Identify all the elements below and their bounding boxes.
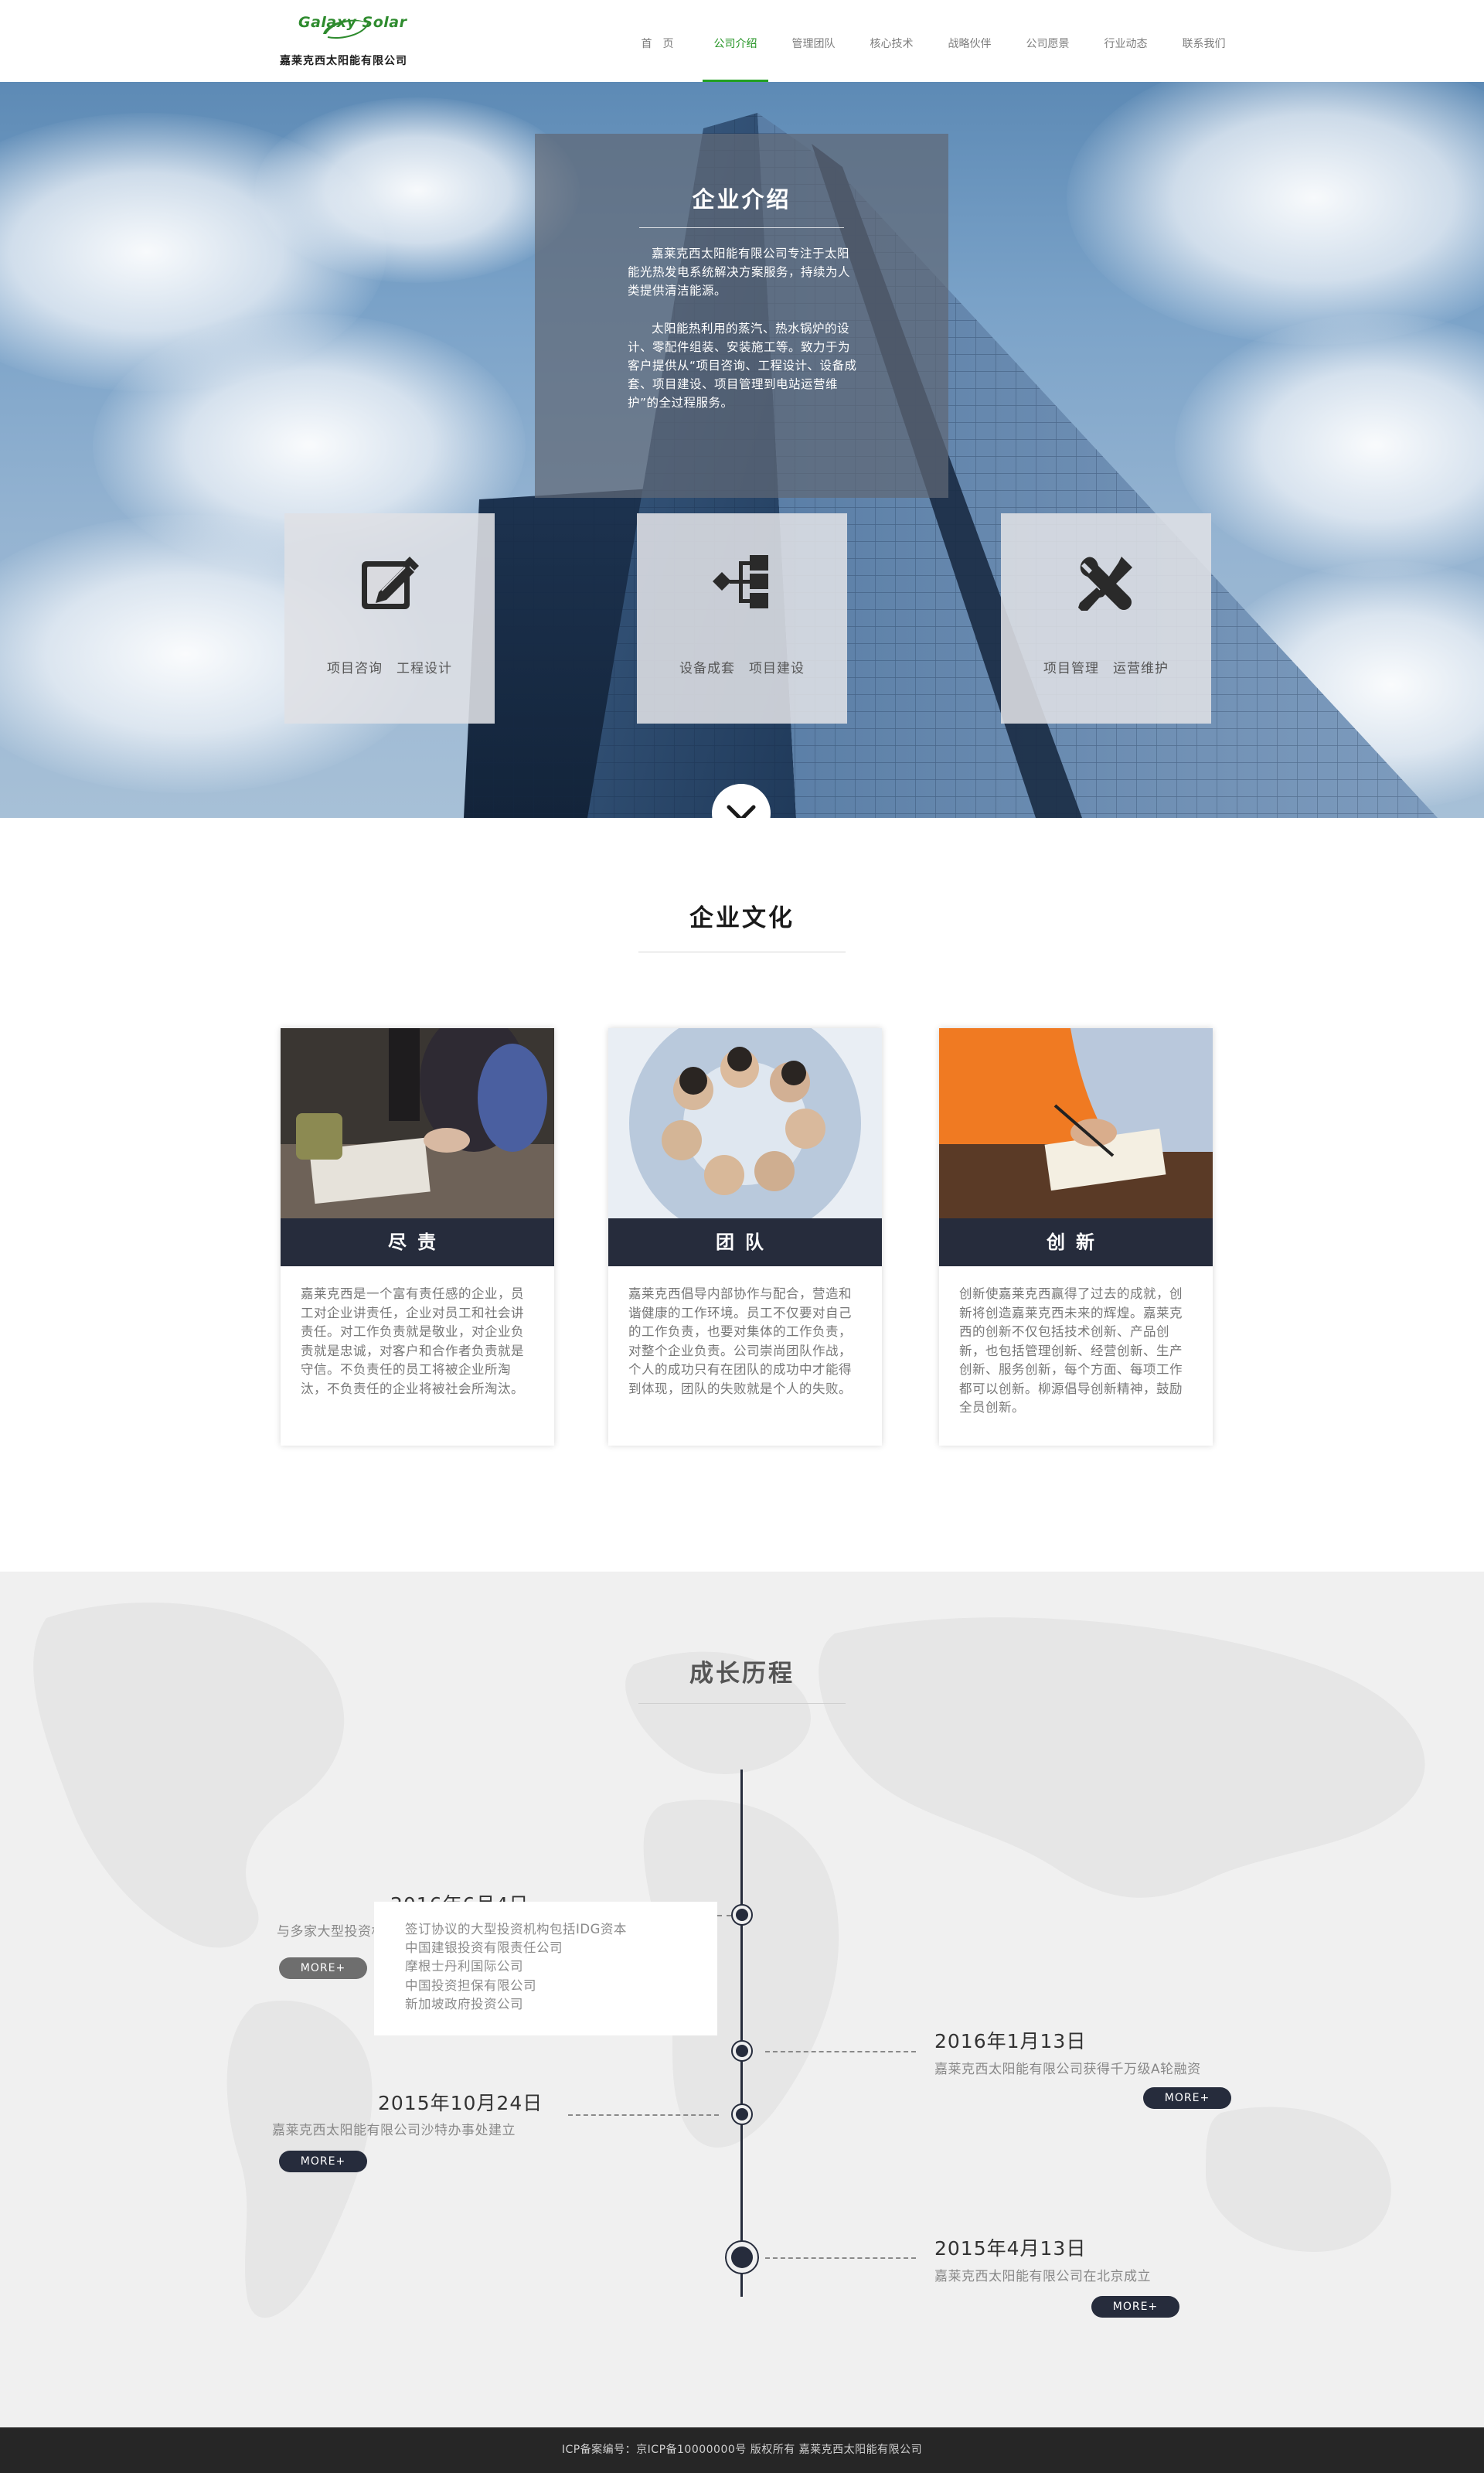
timeline-node bbox=[731, 2103, 753, 2125]
service-card-consulting[interactable]: 项目咨询 工程设计 bbox=[284, 513, 495, 724]
timeline-more-button[interactable]: MORE+ bbox=[279, 1957, 367, 1979]
timeline-connector bbox=[568, 2114, 719, 2116]
timeline-axis bbox=[740, 1770, 743, 2297]
timeline-connector bbox=[765, 2051, 916, 2052]
nav-item-home[interactable]: 首 页 bbox=[618, 0, 696, 82]
nav-item-partners[interactable]: 战略伙伴 bbox=[931, 0, 1009, 82]
intro-paragraph: 太阳能热利用的蒸汽、热水锅炉的设计、零配件组装、安装施工等。致力于为客户提供从“… bbox=[628, 322, 857, 410]
history-title: 成长历程 bbox=[689, 1660, 795, 1688]
service-card-management[interactable]: 项目管理 运营维护 bbox=[1001, 513, 1211, 724]
timeline-connector bbox=[717, 1915, 731, 1916]
timeline-connector bbox=[765, 2257, 916, 2259]
service-label: 项目咨询 工程设计 bbox=[327, 661, 452, 676]
culture-photo-writing bbox=[939, 1028, 1213, 1218]
culture-card-title: 团队 bbox=[608, 1218, 882, 1266]
service-label: 项目管理 运营维护 bbox=[1043, 661, 1169, 676]
timeline-node bbox=[731, 2040, 753, 2062]
popup-line: 中国建银投资有限责任公司 bbox=[405, 1940, 563, 1956]
site-header: Galaxy Solar 嘉莱克西太阳能有限公司 首 页 公司介绍 管理团队 核… bbox=[0, 0, 1484, 82]
chevron-down-icon bbox=[727, 805, 756, 818]
nav-item-vision[interactable]: 公司愿景 bbox=[1009, 0, 1087, 82]
culture-card-innovation: 创新 创新使嘉莱克西赢得了过去的成就，创新将创造嘉莱克西未来的辉煌。嘉莱克西的创… bbox=[939, 1028, 1213, 1446]
logo[interactable]: Galaxy Solar 嘉莱克西太阳能有限公司 bbox=[280, 14, 419, 70]
nav-item-contact[interactable]: 联系我们 bbox=[1165, 0, 1243, 82]
history-divider bbox=[638, 1703, 846, 1704]
scroll-down-button[interactable] bbox=[712, 784, 771, 818]
popup-line: 中国投资担保有限公司 bbox=[405, 1977, 536, 1993]
intro-paragraph: 嘉莱克西太阳能有限公司专注于太阳能光热发电系统解决方案服务，持续为人类提供清洁能… bbox=[628, 247, 851, 298]
culture-card-text: 创新使嘉莱克西赢得了过去的成就，创新将创造嘉莱克西未来的辉煌。嘉莱克西的创新不仅… bbox=[959, 1286, 1183, 1415]
timeline-more-button[interactable]: MORE+ bbox=[1143, 2087, 1231, 2109]
intro-title: 企业介绍 bbox=[692, 186, 791, 213]
intro-panel: 企业介绍 嘉莱克西太阳能有限公司专注于太阳能光热发电系统解决方案服务，持续为人类… bbox=[535, 134, 948, 498]
popup-line: 新加坡政府投资公司 bbox=[405, 1996, 523, 2011]
timeline-desc: 嘉莱克西太阳能有限公司沙特办事处建立 bbox=[272, 2123, 516, 2138]
nav-item-core-tech[interactable]: 核心技术 bbox=[853, 0, 931, 82]
timeline-desc: 嘉莱克西太阳能有限公司获得千万级A轮融资 bbox=[934, 2062, 1201, 2077]
timeline-node-origin bbox=[725, 2240, 759, 2274]
history-section: 成长历程 2016年6月4日 与多家大型投资机构签订协议 MORE+ 签订协议的… bbox=[0, 1572, 1484, 2427]
flowchart-icon bbox=[713, 555, 768, 608]
footer-copyright: ICP备案编号：京ICP备10000000号 版权所有 嘉莱克西太阳能有限公司 bbox=[561, 2444, 923, 2456]
timeline-more-button[interactable]: MORE+ bbox=[279, 2151, 367, 2172]
culture-photo-team bbox=[608, 1028, 882, 1218]
tools-icon bbox=[1078, 557, 1132, 611]
timeline-more-button[interactable]: MORE+ bbox=[1091, 2296, 1179, 2318]
logo-company-name: 嘉莱克西太阳能有限公司 bbox=[280, 55, 407, 67]
culture-card-title: 创新 bbox=[939, 1218, 1213, 1266]
nav-item-company-intro[interactable]: 公司介绍 bbox=[696, 0, 774, 82]
culture-title: 企业文化 bbox=[689, 904, 795, 932]
service-label: 设备成套 项目建设 bbox=[679, 661, 805, 676]
culture-photo-desk bbox=[281, 1028, 554, 1218]
main-nav: 首 页 公司介绍 管理团队 核心技术 战略伙伴 公司愿景 行业动态 联系我们 bbox=[618, 0, 1243, 82]
logo-wordmark: Galaxy Solar bbox=[298, 14, 407, 31]
timeline-node bbox=[731, 1904, 753, 1926]
culture-card-team: 团队 嘉莱克西倡导内部协作与配合，营造和谐健康的工作环境。员工不仅要对自己的工作… bbox=[608, 1028, 882, 1446]
culture-card-text: 嘉莱克西倡导内部协作与配合，营造和谐健康的工作环境。员工不仅要对自己的工作负责，… bbox=[628, 1286, 852, 1396]
nav-item-news[interactable]: 行业动态 bbox=[1087, 0, 1165, 82]
timeline-date: 2015年10月24日 bbox=[378, 2092, 543, 2114]
timeline-date: 2016年1月13日 bbox=[934, 2030, 1087, 2052]
service-card-equipment[interactable]: 设备成套 项目建设 bbox=[637, 513, 847, 724]
popup-line: 签订协议的大型投资机构包括IDG资本 bbox=[405, 1922, 627, 1937]
timeline-desc: 嘉莱克西太阳能有限公司在北京成立 bbox=[934, 2269, 1151, 2284]
site-footer: ICP备案编号：京ICP备10000000号 版权所有 嘉莱克西太阳能有限公司 bbox=[0, 2427, 1484, 2473]
nav-item-management-team[interactable]: 管理团队 bbox=[774, 0, 853, 82]
culture-card-title: 尽责 bbox=[281, 1218, 554, 1266]
intro-divider bbox=[639, 227, 844, 228]
edit-icon bbox=[362, 557, 419, 609]
hero-section: 企业介绍 嘉莱克西太阳能有限公司专注于太阳能光热发电系统解决方案服务，持续为人类… bbox=[0, 82, 1484, 818]
timeline-detail-popup: 签订协议的大型投资机构包括IDG资本 中国建银投资有限责任公司 摩根士丹利国际公… bbox=[374, 1902, 717, 2035]
timeline-date: 2015年4月13日 bbox=[934, 2237, 1087, 2260]
culture-card-responsibility: 尽责 嘉莱克西是一个富有责任感的企业，员工对企业讲责任，企业对员工和社会讲责任。… bbox=[281, 1028, 554, 1446]
popup-line: 摩根士丹利国际公司 bbox=[405, 1959, 523, 1974]
culture-card-text: 嘉莱克西是一个富有责任感的企业，员工对企业讲责任，企业对员工和社会讲责任。对工作… bbox=[301, 1286, 524, 1396]
